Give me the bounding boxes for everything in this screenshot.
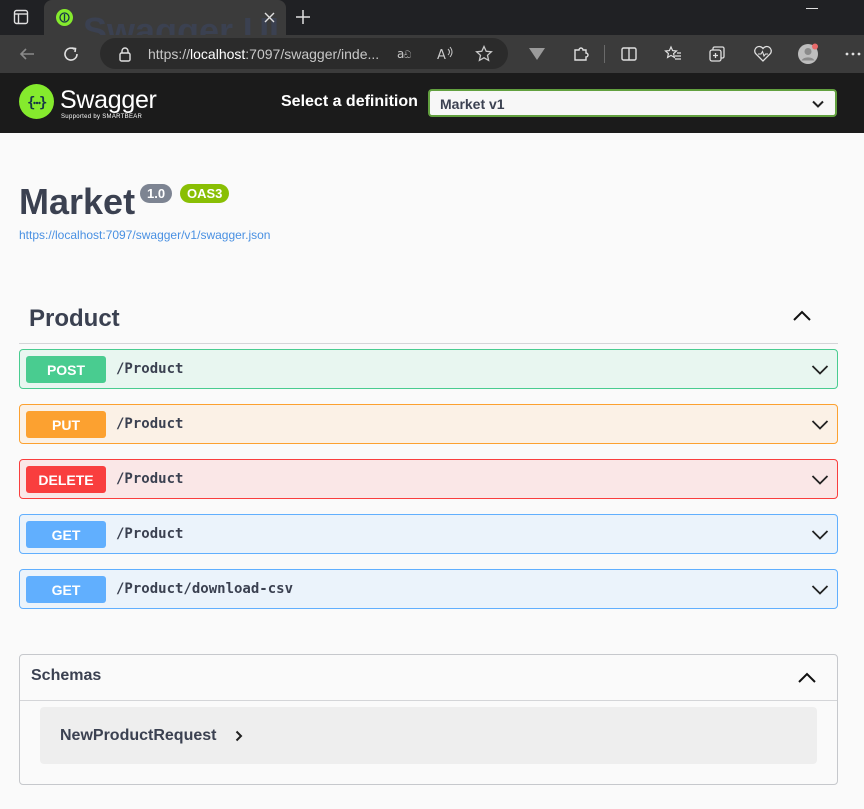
immersive-reader-icon[interactable]: A — [434, 43, 456, 65]
schemas-title: Schemas — [31, 667, 102, 684]
extension-v-icon[interactable] — [526, 43, 548, 65]
swagger-logo-tagline: Supported by SMARTBEAR — [61, 114, 143, 120]
chevron-right-icon[interactable] — [233, 729, 245, 748]
svg-text:A: A — [437, 48, 446, 62]
minimize-icon[interactable] — [806, 8, 818, 9]
favorite-star-icon[interactable] — [473, 43, 495, 65]
chevron-down-icon[interactable] — [811, 581, 829, 604]
plus-icon[interactable] — [293, 7, 313, 27]
version-badge: 1.0 — [140, 184, 173, 203]
toolbar-separator — [604, 45, 605, 63]
operation-put-product[interactable]: PUT /Product — [19, 404, 838, 444]
browser-tab[interactable]: Swagger UI — [44, 0, 286, 51]
window-icon[interactable] — [12, 8, 30, 26]
svg-text:ඩ: ඩ — [404, 50, 412, 61]
collections-icon[interactable] — [706, 43, 728, 65]
chevron-down-icon[interactable] — [811, 471, 829, 494]
schemas-header[interactable]: Schemas — [20, 655, 837, 701]
swagger-topbar: {} Swagger Supported by SMARTBEAR Select… — [0, 73, 864, 133]
definition-select[interactable]: Market v1 — [428, 89, 837, 117]
operation-path: /Product — [116, 416, 184, 432]
operation-path: /Product — [116, 471, 184, 487]
method-badge: GET — [26, 576, 106, 603]
operation-path: /Product — [116, 361, 184, 377]
oas-badge: OAS3 — [180, 184, 230, 203]
more-icon[interactable] — [842, 43, 864, 65]
profile-avatar-icon[interactable] — [797, 43, 819, 65]
model-new-product-request[interactable]: NewProductRequest — [40, 707, 817, 764]
chevron-down-icon[interactable] — [811, 361, 829, 384]
method-badge: GET — [26, 521, 106, 548]
chevron-up-icon[interactable] — [797, 668, 817, 693]
chevron-up-icon[interactable] — [792, 306, 812, 331]
method-badge: POST — [26, 356, 106, 383]
operation-path: /Product — [116, 526, 184, 542]
operation-get-product[interactable]: GET /Product — [19, 514, 838, 554]
favorites-icon[interactable] — [662, 43, 684, 65]
address-bar[interactable]: https://localhost:7097/swagger/inde... a… — [100, 38, 508, 69]
swagger-favicon — [56, 9, 73, 26]
swagger-logo-icon: {} — [19, 84, 54, 119]
read-aloud-icon[interactable]: aඩ — [394, 43, 416, 65]
operation-get-product-download-csv[interactable]: GET /Product/download-csv — [19, 569, 838, 609]
operation-post-product[interactable]: POST /Product — [19, 349, 838, 389]
refresh-icon[interactable] — [60, 43, 82, 65]
operation-path: /Product/download-csv — [116, 581, 294, 597]
chevron-down-icon — [811, 97, 825, 116]
definition-select-value: Market v1 — [440, 96, 505, 112]
api-title: Market — [19, 181, 136, 222]
swagger-logo-text: Swagger — [60, 86, 157, 114]
schemas-section: Schemas NewProductRequest — [19, 654, 838, 785]
method-badge: DELETE — [26, 466, 106, 493]
lock-icon[interactable] — [114, 43, 136, 65]
operation-delete-product[interactable]: DELETE /Product — [19, 459, 838, 499]
split-screen-icon[interactable] — [618, 43, 640, 65]
tag-header-product[interactable]: Product — [19, 296, 838, 344]
chevron-down-icon[interactable] — [811, 416, 829, 439]
close-icon[interactable] — [260, 8, 278, 26]
puzzle-icon[interactable] — [570, 43, 592, 65]
definition-label: Select a definition — [281, 93, 418, 110]
chevron-down-icon[interactable] — [811, 526, 829, 549]
browser-essentials-icon[interactable] — [752, 43, 774, 65]
model-name: NewProductRequest — [60, 727, 217, 744]
browser-tab-strip: Swagger UI — [0, 0, 864, 51]
spec-url-link[interactable]: https://localhost:7097/swagger/v1/swagge… — [19, 228, 270, 242]
back-icon[interactable] — [16, 43, 38, 65]
method-badge: PUT — [26, 411, 106, 438]
url-text: https://localhost:7097/swagger/inde... — [148, 46, 380, 62]
tag-name: Product — [29, 305, 120, 332]
browser-toolbar: https://localhost:7097/swagger/inde... a… — [0, 35, 864, 73]
